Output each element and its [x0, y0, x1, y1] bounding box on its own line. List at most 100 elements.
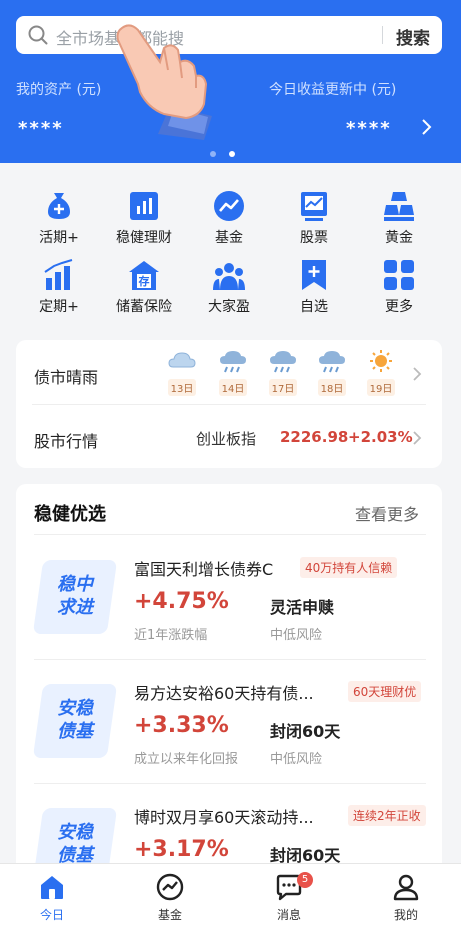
product-badge: 稳中 求进 [32, 560, 118, 634]
product-term: 灵活申赎 [270, 598, 335, 617]
tab-messages[interactable]: 5 消息 [249, 872, 329, 923]
search-button[interactable]: 搜索 [396, 24, 430, 49]
carousel-dot [210, 151, 216, 157]
grid-item-label: 定期+ [39, 299, 79, 315]
search-divider [382, 26, 383, 44]
grid-item-current-plus[interactable]: 活期+ [19, 189, 99, 247]
product-tag: 连续2年正收 [348, 805, 426, 826]
grid-item-label: 活期+ [39, 230, 79, 246]
my-assets-label: 我的资产 (元) [16, 82, 102, 98]
grid-item-dajiaying[interactable]: 大家盈 [189, 258, 269, 316]
svg-text:存: 存 [139, 274, 150, 288]
product-risk: 中低风险 [270, 752, 323, 767]
tab-fund[interactable]: 基金 [130, 872, 210, 923]
badge-line-2: 求进 [57, 597, 93, 618]
apps-icon [384, 260, 414, 290]
unread-badge: 5 [297, 872, 313, 888]
fund-chart-icon [156, 873, 184, 901]
bookmark-plus-icon [302, 260, 326, 290]
grid-item-steady-finance[interactable]: 稳健理财 [104, 189, 184, 247]
my-assets-value[interactable]: **** [18, 118, 64, 139]
divider [34, 783, 426, 784]
weather-day-item: 17日 [266, 349, 300, 396]
badge-line-1: 安稳 [57, 822, 93, 843]
index-value: 2226.98 [280, 428, 349, 446]
weather-day-item: 19日 [364, 349, 398, 396]
grid-item-label: 黄金 [385, 230, 413, 246]
grid-item-label: 更多 [385, 299, 413, 315]
grid-item-label: 自选 [300, 299, 328, 315]
product-badge: 安稳 债基 [32, 684, 118, 758]
grid-item-savings-insurance[interactable]: 存储蓄保险 [104, 258, 184, 316]
product-term: 封闭60天 [270, 722, 341, 741]
home-icon [41, 876, 63, 899]
weather-day-item: 14日 [216, 349, 250, 396]
product-name[interactable]: 博时双月享60天滚动持... [134, 804, 314, 828]
tab-label: 我的 [393, 908, 418, 922]
today-income-label: 今日收益更新中 (元) [269, 82, 397, 98]
carousel-dot-active [229, 151, 235, 157]
search-input[interactable]: 全市场基金都能搜 搜索 [16, 16, 442, 54]
rain-icon [270, 351, 296, 373]
tab-label: 消息 [276, 908, 301, 922]
chevron-right-icon[interactable] [412, 366, 422, 382]
tab-label: 今日 [39, 908, 64, 922]
bond-market-title[interactable]: 债市晴雨 [34, 364, 98, 388]
badge-line-1: 稳中 [57, 574, 93, 595]
pointing-hand-icon [116, 24, 212, 140]
product-name[interactable]: 易方达安裕60天持有债... [134, 680, 314, 704]
divider [34, 659, 426, 660]
header: 全市场基金都能搜 搜索 我的资产 (元) 今日收益更新中 (元) **** **… [0, 0, 461, 163]
weather-day-label: 19日 [366, 379, 396, 396]
grid-item-label: 股票 [300, 230, 328, 246]
product-rate: +4.75% [134, 589, 229, 614]
grid-item-more[interactable]: 更多 [359, 258, 439, 316]
divider [32, 404, 426, 405]
weather-day-label: 18日 [317, 379, 347, 396]
money-bag-icon [48, 193, 70, 219]
chevron-right-icon[interactable] [421, 118, 433, 136]
stock-market-title[interactable]: 股市行情 [34, 428, 98, 452]
grid-item-label: 基金 [215, 230, 243, 246]
index-change: +2.03% [348, 428, 413, 446]
section-title: 稳健优选 [34, 504, 106, 525]
today-income-value[interactable]: **** [346, 118, 392, 139]
product-risk: 中低风险 [270, 628, 323, 643]
weather-day-label: 17日 [268, 379, 298, 396]
chevron-right-icon[interactable] [412, 430, 422, 446]
tab-me[interactable]: 我的 [366, 872, 446, 923]
grid-item-stock[interactable]: 股票 [274, 189, 354, 247]
weather-day-label: 14日 [218, 379, 248, 396]
product-name[interactable]: 富国天利增长债券C [134, 556, 273, 580]
weather-day-item: 18日 [315, 349, 349, 396]
growth-bars-icon [44, 259, 73, 290]
tab-today[interactable]: 今日 [12, 872, 92, 923]
cloud-icon [168, 352, 196, 368]
grid-item-label: 储蓄保险 [116, 299, 172, 315]
bottom-tab-bar: 今日 基金 5 消息 我的 [0, 863, 461, 943]
search-icon [28, 25, 48, 45]
view-more-link[interactable]: 查看更多 [355, 501, 419, 525]
divider [34, 534, 426, 535]
product-rate-label: 成立以来年化回报 [134, 752, 239, 767]
grid-item-gold[interactable]: 黄金 [359, 189, 439, 247]
stock-board-icon [301, 192, 327, 221]
grid-item-label: 大家盈 [208, 299, 250, 315]
tab-label: 基金 [157, 908, 182, 922]
product-tag: 60天理财优 [348, 681, 422, 702]
grid-item-fund[interactable]: 基金 [189, 189, 269, 247]
grid-item-watchlist[interactable]: 自选 [274, 258, 354, 316]
rain-icon [220, 351, 246, 373]
bar-chart-icon [130, 192, 158, 220]
people-icon [213, 263, 245, 290]
product-rate: +3.33% [134, 713, 229, 738]
badge-line-2: 债基 [57, 721, 93, 742]
rain-icon [319, 351, 345, 373]
product-tag: 40万持有人信赖 [300, 557, 398, 578]
weather-day-item: 13日 [165, 349, 199, 396]
product-rate-label: 近1年涨跌幅 [134, 628, 208, 643]
index-name: 创业板指 [196, 430, 257, 448]
sun-icon [370, 350, 392, 372]
gold-bars-icon [384, 192, 414, 221]
grid-item-fixed-plus[interactable]: 定期+ [19, 258, 99, 316]
